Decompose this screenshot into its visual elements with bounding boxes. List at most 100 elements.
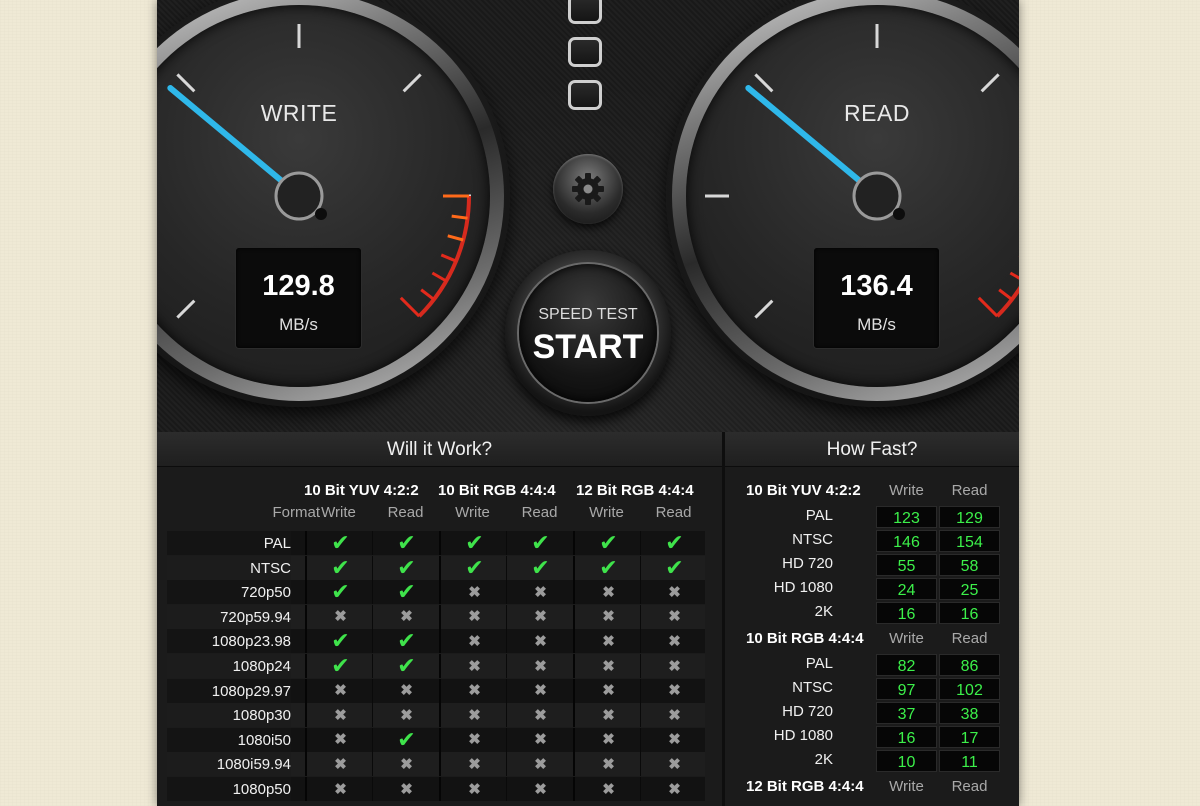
table-row: 720p50 ✔ ✔ ✖ ✖ ✖ ✖ — [167, 579, 705, 605]
support-cell: ✔ — [305, 654, 374, 678]
support-cell: ✖ — [372, 703, 440, 728]
section-header: 12 Bit RGB 4:4:4 — [746, 778, 864, 795]
cross-icon: ✖ — [602, 608, 615, 626]
support-cell: ✖ — [573, 604, 642, 629]
disk-speed-test-window: WRITE 129.8 MB/s READ 136.4 MB/s SPEED T… — [157, 0, 1019, 806]
read-column-header: Read — [951, 630, 988, 647]
gauge-red-tick — [998, 288, 1013, 301]
support-cell: ✖ — [573, 703, 642, 728]
support-cell: ✖ — [573, 654, 642, 678]
format-label: HD 720 — [782, 703, 833, 720]
write-gauge-title: WRITE — [260, 100, 338, 126]
support-cell: ✖ — [372, 752, 440, 777]
check-icon: ✔ — [331, 554, 350, 580]
table-row: 1080p29.97 ✖ ✖ ✖ ✖ ✖ ✖ — [167, 678, 708, 703]
cross-icon: ✖ — [468, 731, 481, 749]
support-cell: ✖ — [640, 703, 708, 728]
support-cell: ✖ — [439, 629, 508, 654]
support-cell: ✖ — [439, 727, 508, 752]
check-icon: ✔ — [397, 628, 416, 654]
support-cell: ✖ — [439, 703, 508, 728]
support-cell: ✖ — [305, 703, 374, 728]
cross-icon: ✖ — [534, 780, 547, 798]
cross-icon: ✖ — [668, 583, 681, 601]
support-cell: ✖ — [573, 777, 642, 801]
check-icon: ✔ — [397, 554, 416, 580]
support-cell: ✖ — [305, 752, 374, 777]
read-speed-value: 17 — [939, 726, 1000, 748]
format-label: 1080i50 — [167, 727, 291, 752]
cross-icon: ✖ — [668, 755, 681, 773]
format-label: 1080p30 — [167, 703, 291, 728]
cross-icon: ✖ — [400, 780, 413, 798]
cross-icon: ✖ — [334, 755, 347, 773]
gauge-panel: WRITE 129.8 MB/s READ 136.4 MB/s SPEED T… — [157, 0, 1019, 432]
column-subheader-write: Write — [321, 504, 356, 521]
support-cell: ✖ — [573, 580, 642, 605]
table-row: 1080p30 ✖ ✖ ✖ ✖ ✖ ✖ — [167, 703, 708, 728]
format-label: 1080p24 — [167, 654, 291, 678]
check-icon: ✔ — [331, 653, 350, 678]
support-cell: ✖ — [506, 727, 574, 752]
write-speed-value: 55 — [876, 554, 937, 576]
table-row: 1080p23.98 ✔ ✔ ✖ ✖ ✖ ✖ — [167, 628, 705, 654]
gauge-tick — [402, 73, 422, 93]
cross-icon: ✖ — [534, 608, 547, 626]
cross-icon: ✖ — [334, 780, 347, 798]
support-cell: ✖ — [439, 604, 508, 629]
how-fast-title: How Fast? — [725, 432, 1019, 467]
support-cell: ✖ — [372, 777, 440, 801]
write-speed-value: 146 — [876, 530, 937, 552]
cross-icon: ✖ — [534, 632, 547, 650]
cross-icon: ✖ — [468, 632, 481, 650]
format-label: HD 1080 — [773, 727, 833, 744]
column-subheader-read: Read — [655, 504, 692, 521]
gauge-red-tick — [399, 296, 421, 318]
write-speed-value: 24 — [876, 578, 937, 600]
support-cell: ✔ — [506, 554, 574, 580]
support-cell: ✖ — [506, 703, 574, 728]
support-cell: ✔ — [573, 555, 642, 580]
support-cell: ✖ — [640, 727, 708, 752]
support-cell: ✔ — [439, 555, 508, 580]
write-speed-value: 16 — [876, 602, 937, 624]
write-speed-value: 129.8 — [262, 270, 335, 302]
support-cell: ✖ — [573, 727, 642, 752]
status-light — [568, 80, 602, 110]
read-column-header: Read — [951, 778, 988, 795]
cross-icon: ✖ — [534, 583, 547, 601]
check-icon: ✔ — [331, 579, 350, 605]
support-cell: ✔ — [372, 628, 440, 654]
read-readout: 136.4 MB/s — [814, 248, 939, 348]
read-speed-value: 11 — [939, 750, 1000, 772]
table-row: 1080i50 ✖ ✔ ✖ ✖ ✖ ✖ — [167, 727, 708, 752]
write-column-header: Write — [889, 778, 924, 795]
write-readout: 129.8 MB/s — [236, 248, 361, 348]
support-cell: ✖ — [305, 678, 374, 703]
cross-icon: ✖ — [668, 657, 681, 675]
speed-test-start-button[interactable]: SPEED TEST START — [505, 250, 671, 416]
support-cell: ✖ — [573, 629, 642, 654]
gauge-tick — [754, 299, 774, 319]
cross-icon: ✖ — [668, 608, 681, 626]
cross-icon: ✖ — [534, 755, 547, 773]
format-label: PAL — [805, 655, 833, 672]
section-header: 10 Bit RGB 4:4:4 — [746, 630, 864, 647]
gauge-tick — [176, 299, 196, 319]
write-speed-value: 97 — [876, 678, 937, 700]
support-cell: ✖ — [439, 777, 508, 801]
check-icon: ✔ — [397, 530, 416, 555]
support-cell: ✖ — [305, 777, 374, 801]
cross-icon: ✖ — [602, 632, 615, 650]
check-icon: ✔ — [331, 628, 350, 654]
cross-icon: ✖ — [602, 583, 615, 601]
check-icon: ✔ — [599, 530, 618, 555]
support-cell: ✖ — [640, 678, 708, 703]
read-speed-value: 38 — [939, 702, 1000, 724]
check-icon: ✔ — [665, 530, 684, 555]
support-cell: ✖ — [439, 752, 508, 777]
settings-button[interactable] — [553, 154, 623, 224]
gauge-red-tick — [451, 214, 468, 220]
start-button-label: START — [532, 328, 644, 366]
check-icon: ✔ — [531, 554, 550, 580]
